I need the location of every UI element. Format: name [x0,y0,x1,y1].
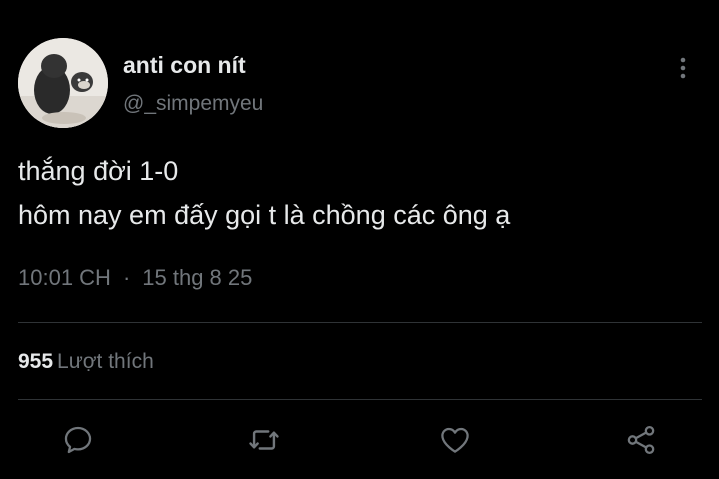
display-name[interactable]: anti con nít [123,52,246,79]
tweet-text-line-2: hôm nay em đấy gọi t là chồng các ông ạ [18,200,511,230]
avatar-image [18,38,108,128]
likes-label: Lượt thích [57,350,154,373]
avatar[interactable] [18,38,108,128]
retweet-icon [249,430,279,450]
share-button[interactable] [623,422,659,458]
tweet-detail: anti con nít @_simpemyeu thắng đời 1-0 h… [0,0,719,479]
reply-icon [64,426,92,454]
heart-icon [441,427,469,453]
likes-stat[interactable]: 955 Lượt thích [18,350,154,374]
tweet-date[interactable]: 15 thg 8 25 [142,265,252,290]
tweet-text-line-1: thắng đời 1-0 [18,156,179,186]
tweet-meta: 10:01 CH · 15 thg 8 25 [18,265,252,291]
share-icon [627,425,655,455]
likes-count: 955 [18,350,54,373]
user-handle[interactable]: @_simpemyeu [123,92,263,116]
divider [18,322,702,323]
reply-button[interactable] [60,422,96,458]
divider [18,399,702,400]
retweet-button[interactable] [246,422,282,458]
meta-separator: · [122,265,131,290]
like-button[interactable] [437,422,473,458]
tweet-time[interactable]: 10:01 CH [18,265,111,290]
more-vertical-icon[interactable] [671,56,695,80]
